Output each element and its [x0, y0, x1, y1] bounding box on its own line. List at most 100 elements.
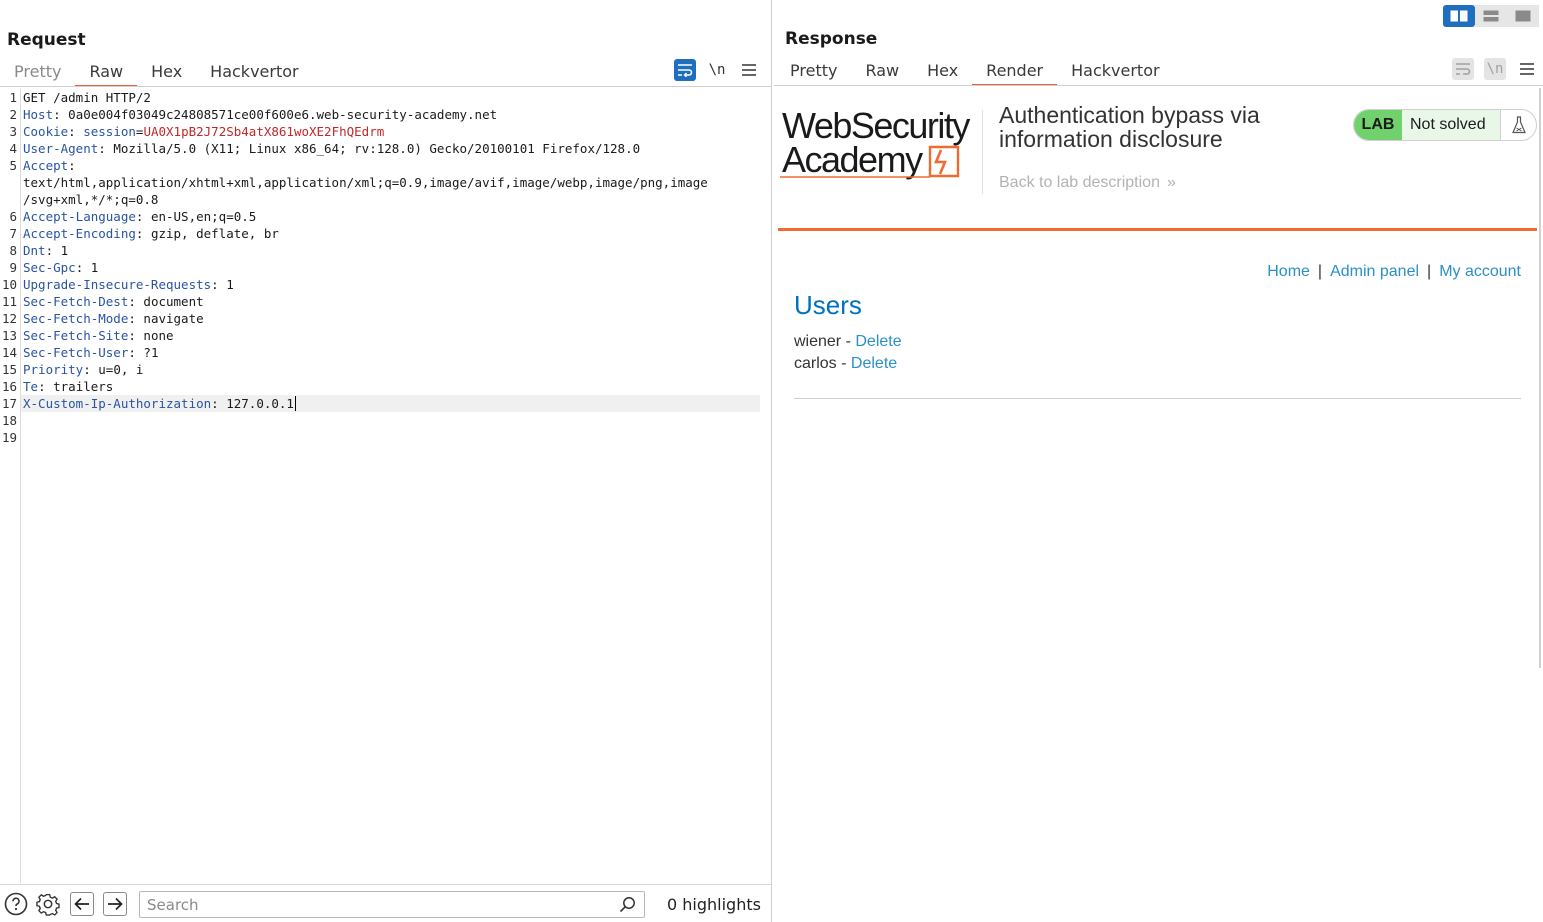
tab-raw[interactable]: Raw [851, 57, 913, 85]
tab-render[interactable]: Render [972, 57, 1058, 86]
users-divider [794, 398, 1521, 399]
wrap-lines-icon[interactable] [1452, 58, 1474, 80]
tab-pretty[interactable]: Pretty [0, 58, 75, 86]
response-pane: Response Pretty Raw Hex Render Hackverto… [774, 0, 1543, 922]
text-caret [294, 396, 296, 411]
user-name: wiener [794, 333, 842, 350]
back-to-lab-link[interactable]: Back to lab description» [999, 174, 1176, 192]
hamburger-menu-icon[interactable] [738, 59, 760, 81]
user-row: carlos - Delete [794, 355, 898, 372]
delete-user-link[interactable]: Delete [851, 355, 897, 372]
line-number: 11 [1, 294, 17, 309]
lab-status-badge: LAB Not solved [1353, 109, 1537, 141]
request-line: Sec-Fetch-Mode: navigate [23, 311, 204, 326]
bottom-toolbar: 0 highlights [0, 884, 771, 922]
newline-toggle-icon[interactable]: \n [706, 59, 728, 81]
request-line: Sec-Fetch-Dest: document [23, 294, 204, 309]
request-line: Priority: u=0, i [23, 362, 144, 377]
request-line: text/html,application/xhtml+xml,applicat… [23, 175, 708, 190]
tab-hackvertor[interactable]: Hackvertor [196, 58, 312, 86]
line-number: 12 [1, 311, 17, 326]
request-line: GET /admin HTTP/2 [23, 90, 151, 105]
request-tabs: Pretty Raw Hex Hackvertor [0, 58, 313, 87]
delete-user-link[interactable]: Delete [855, 333, 901, 350]
line-number: 17 [1, 396, 17, 411]
request-line: Accept-Language: en-US,en;q=0.5 [23, 209, 257, 224]
search-icon[interactable] [619, 896, 636, 917]
line-number: 19 [1, 430, 17, 445]
request-line: Cookie: session=UA0X1pB2J72Sb4atX861woXE… [23, 124, 385, 139]
tab-divider [0, 86, 771, 87]
line-number: 10 [1, 277, 17, 292]
nav-home-link[interactable]: Home [1267, 263, 1310, 280]
gear-icon[interactable] [36, 892, 60, 916]
rendered-page: WebSecurity Academy Authentication bypas… [778, 88, 1537, 922]
request-line: Host: 0a0e004f03049c24808571ce00f600e6.w… [23, 107, 498, 122]
newline-toggle-icon[interactable]: \n [1484, 58, 1506, 80]
lab-label: LAB [1354, 110, 1402, 140]
nav-separator: | [1317, 263, 1323, 280]
line-number: 1 [9, 90, 17, 105]
request-line: Accept-Encoding: gzip, deflate, br [23, 226, 279, 241]
line-number: 16 [1, 379, 17, 394]
search-box [139, 891, 645, 918]
request-line: /svg+xml,*/*;q=0.8 [23, 192, 159, 207]
wrap-lines-icon[interactable] [674, 59, 696, 81]
request-editor[interactable]: 1 2 3 4 5 6 7 8 9 10 11 12 13 14 15 16 1… [0, 89, 771, 883]
line-number: 2 [9, 107, 17, 122]
line-number: 6 [9, 209, 17, 224]
tab-raw[interactable]: Raw [75, 58, 137, 87]
search-input[interactable] [140, 892, 610, 917]
request-line: Accept: [23, 158, 76, 173]
arrow-right-icon[interactable] [103, 892, 127, 916]
line-number: 4 [9, 141, 17, 156]
double-chevron-right-icon: » [1166, 174, 1176, 191]
tab-hex[interactable]: Hex [913, 57, 972, 85]
tab-hackvertor[interactable]: Hackvertor [1057, 57, 1173, 85]
nav-separator: | [1427, 263, 1432, 280]
web-security-academy-logo: WebSecurity Academy [780, 105, 980, 182]
user-name: carlos [794, 355, 837, 372]
lab-title: Authentication bypass via information di… [999, 102, 1260, 152]
request-line: User-Agent: Mozilla/5.0 (X11; Linux x86_… [23, 141, 641, 156]
highlights-count: 0 highlights [667, 895, 761, 914]
stacked-layout-icon[interactable] [1475, 5, 1507, 27]
request-title: Request [7, 30, 86, 50]
help-circle-icon[interactable] [4, 892, 28, 916]
line-number: 7 [9, 226, 17, 241]
request-line: Dnt: 1 [23, 243, 69, 258]
request-line: Sec-Fetch-User: ?1 [23, 345, 159, 360]
logo-line-2: Academy [782, 139, 923, 180]
line-number: 5 [9, 158, 17, 173]
arrow-left-icon[interactable] [70, 892, 94, 916]
response-title: Response [785, 29, 878, 49]
line-number: 9 [9, 260, 17, 275]
line-number: 3 [9, 124, 17, 139]
header-orange-rule [778, 228, 1537, 231]
request-line-current: X-Custom-Ip-Authorization: 127.0.0.1 [23, 396, 296, 411]
request-line: Te: trailers [23, 379, 114, 394]
user-row: wiener - Delete [794, 333, 902, 350]
gutter-divider [20, 89, 21, 883]
header-divider [982, 110, 983, 194]
line-number: 14 [1, 345, 17, 360]
site-nav: Home | Admin panel | My account [1267, 263, 1521, 281]
tab-hex[interactable]: Hex [137, 58, 196, 86]
nav-my-account-link[interactable]: My account [1439, 263, 1521, 280]
line-number: 8 [9, 243, 17, 258]
request-line: Sec-Gpc: 1 [23, 260, 99, 275]
side-by-side-layout-icon[interactable] [1443, 5, 1475, 27]
line-number: 13 [1, 328, 17, 343]
single-pane-layout-icon[interactable] [1507, 5, 1539, 27]
request-line: Upgrade-Insecure-Requests: 1 [23, 277, 234, 292]
tab-pretty[interactable]: Pretty [776, 57, 851, 85]
line-number: 18 [1, 413, 17, 428]
users-heading: Users [794, 290, 862, 320]
hamburger-menu-icon[interactable] [1516, 58, 1538, 80]
flask-icon [1500, 110, 1536, 140]
line-number: 15 [1, 362, 17, 377]
request-pane: Request Pretty Raw Hex Hackvertor \n 1 2… [0, 0, 772, 922]
nav-admin-panel-link[interactable]: Admin panel [1330, 263, 1419, 280]
response-tabs: Pretty Raw Hex Render Hackvertor [776, 57, 1174, 86]
render-scrollbar[interactable] [1539, 88, 1541, 668]
